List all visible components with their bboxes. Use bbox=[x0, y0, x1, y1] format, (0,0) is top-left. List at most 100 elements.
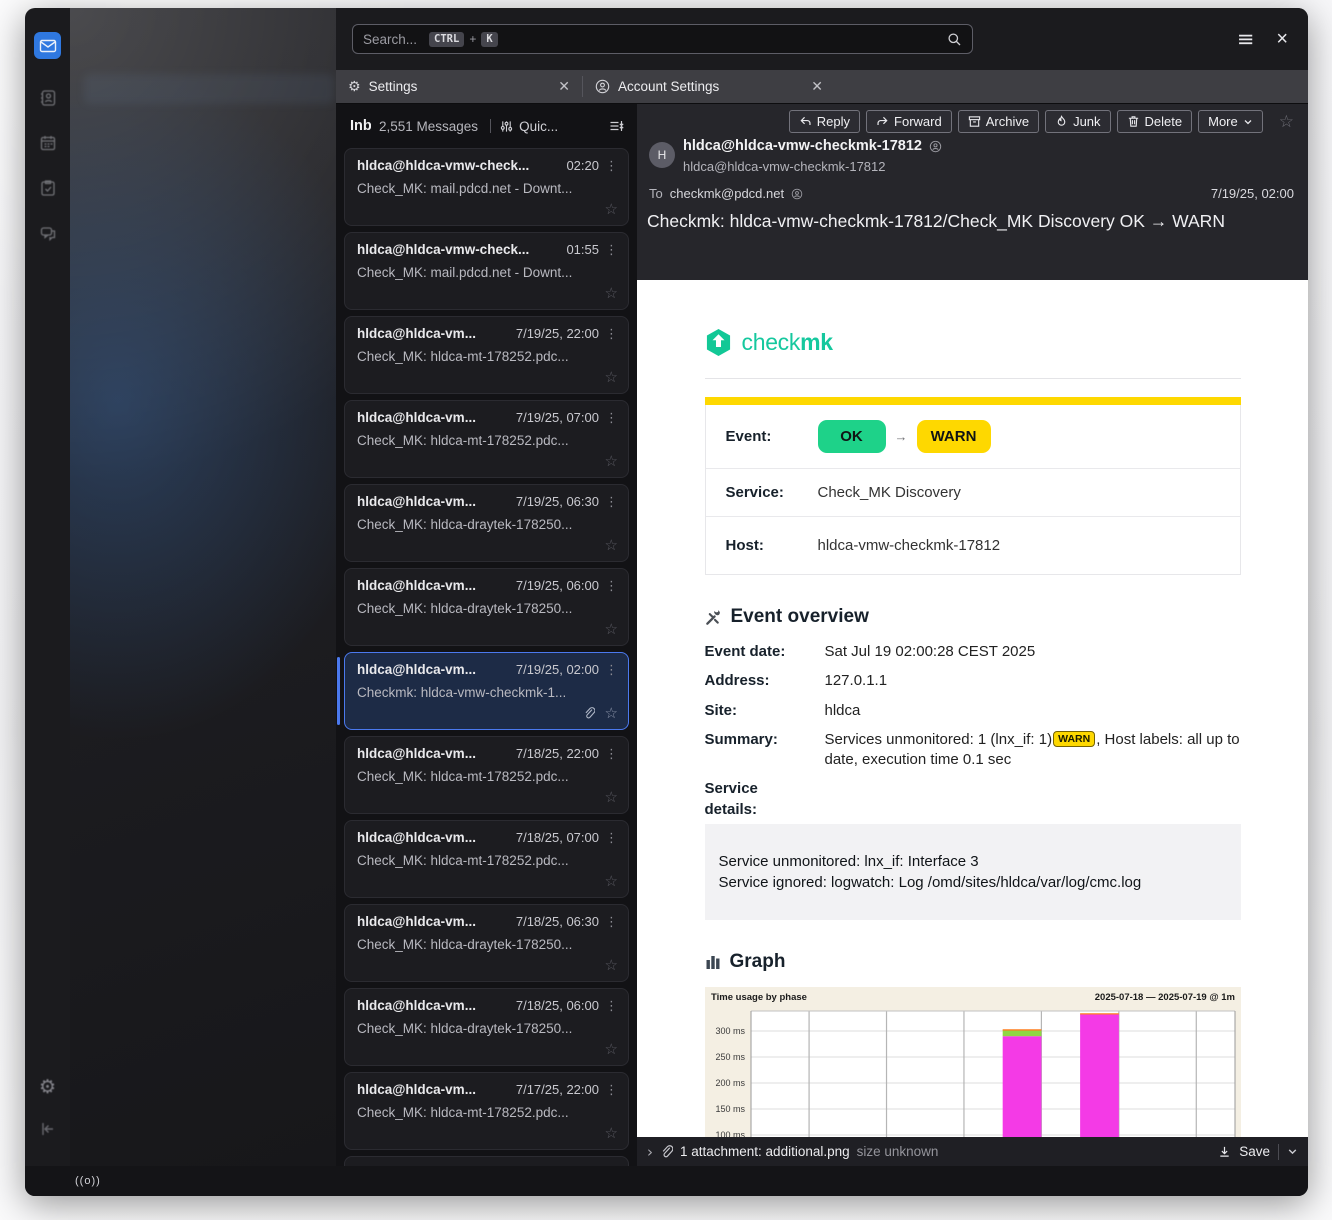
message-list-item[interactable]: hldca@hldca-vm... 7/19/25, 02:00 ⋮ Check… bbox=[344, 652, 629, 730]
forward-icon bbox=[876, 115, 889, 128]
site-row: Site: hldca bbox=[705, 701, 1241, 721]
desktop-background: ⚙ Search... CTRL + K ≡ × bbox=[0, 0, 1332, 1220]
calendar-space-icon[interactable] bbox=[34, 129, 61, 156]
star-icon[interactable]: ☆ bbox=[605, 790, 618, 805]
archive-button[interactable]: Archive bbox=[958, 110, 1039, 133]
message-menu-icon[interactable]: ⋮ bbox=[605, 243, 618, 258]
star-icon[interactable]: ☆ bbox=[605, 958, 618, 973]
window-close-icon[interactable]: × bbox=[1276, 29, 1288, 49]
svg-text:100 ms: 100 ms bbox=[715, 1130, 745, 1137]
message-pane: Reply Forward Archive Junk bbox=[637, 104, 1308, 1166]
message-list-item[interactable]: hldca@hldca-vm... 7/19/25, 06:30 ⋮ Check… bbox=[344, 484, 629, 562]
message-list-item[interactable]: hldca@hldca-vm... 7/18/25, 22:00 ⋮ Check… bbox=[344, 736, 629, 814]
junk-label: Junk bbox=[1073, 114, 1100, 129]
message-menu-icon[interactable]: ⋮ bbox=[605, 159, 618, 174]
addressbook-space-icon[interactable] bbox=[34, 84, 61, 111]
message-subject: Check_MK: hldca-mt-178252.pdc... bbox=[357, 433, 618, 448]
global-search-input[interactable]: Search... CTRL + K bbox=[352, 24, 973, 54]
collapse-spaces-icon[interactable] bbox=[34, 1115, 61, 1142]
message-menu-icon[interactable]: ⋮ bbox=[605, 327, 618, 342]
event-date-value: Sat Jul 19 02:00:28 CEST 2025 bbox=[825, 642, 1241, 662]
save-menu-chevron-icon[interactable] bbox=[1287, 1146, 1298, 1157]
tab-bar: ⚙ Settings ✕ Account Settings ✕ bbox=[336, 70, 1308, 104]
event-summary-card: Event: OK → WARN Service: Check_MK Disco… bbox=[705, 405, 1241, 575]
message-list-item[interactable]: hldca@hldca-vm... 7/19/25, 06:00 ⋮ Check… bbox=[344, 568, 629, 646]
event-overview-heading: Event overview bbox=[705, 606, 1241, 628]
message-list-item[interactable]: hldca@hldca-vmw-check... 02:20 ⋮ Check_M… bbox=[344, 148, 629, 226]
site-label: Site: bbox=[705, 701, 825, 721]
star-icon[interactable]: ☆ bbox=[605, 1126, 618, 1141]
message-menu-icon[interactable]: ⋮ bbox=[605, 831, 618, 846]
tasks-space-icon[interactable] bbox=[34, 174, 61, 201]
star-icon[interactable]: ☆ bbox=[605, 706, 618, 721]
service-details-label: Service details: bbox=[705, 779, 801, 820]
star-icon[interactable]: ☆ bbox=[605, 202, 618, 217]
message-menu-icon[interactable]: ⋮ bbox=[605, 1083, 618, 1098]
star-icon[interactable]: ☆ bbox=[605, 622, 618, 637]
message-list-item[interactable]: hldca@hldca-vm... 7/18/25, 07:00 ⋮ Check… bbox=[344, 820, 629, 898]
message-list-item[interactable]: hldca@hldca-vm... 7/18/25, 06:30 ⋮ Check… bbox=[344, 904, 629, 982]
mail-space-icon[interactable] bbox=[34, 32, 61, 59]
service-row: Service: Check_MK Discovery bbox=[706, 469, 1240, 517]
message-list-item[interactable]: hldca@hldca-vm... 7/19/25, 22:00 ⋮ Check… bbox=[344, 316, 629, 394]
app-menu-icon[interactable]: ≡ bbox=[1237, 29, 1255, 50]
star-icon[interactable]: ☆ bbox=[605, 538, 618, 553]
message-list-item[interactable]: hldca@hldca-vm... 7/17/25, 07:00 ⋮ Check… bbox=[344, 1156, 629, 1166]
junk-button[interactable]: Junk bbox=[1045, 110, 1110, 133]
event-overview-title: Event overview bbox=[731, 606, 869, 628]
host-label: Host: bbox=[726, 537, 818, 554]
contact-icon[interactable] bbox=[791, 188, 803, 200]
message-menu-icon[interactable]: ⋮ bbox=[605, 999, 618, 1014]
tab-settings[interactable]: ⚙ Settings ✕ bbox=[336, 70, 582, 103]
star-icon[interactable]: ☆ bbox=[605, 874, 618, 889]
svg-text:2025-07-18 — 2025-07-19 @ 1m: 2025-07-18 — 2025-07-19 @ 1m bbox=[1094, 992, 1234, 1003]
star-message-icon[interactable]: ☆ bbox=[1279, 112, 1294, 132]
sender-name-row: hldca@hldca-vmw-checkmk-17812 bbox=[683, 138, 942, 154]
message-list: hldca@hldca-vmw-check... 02:20 ⋮ Check_M… bbox=[336, 148, 637, 1166]
message-time: 01:55 bbox=[566, 242, 599, 257]
chat-space-icon[interactable] bbox=[34, 219, 61, 246]
message-menu-icon[interactable]: ⋮ bbox=[605, 663, 618, 678]
message-list-header: Inbox 2,551 Messages Quic... bbox=[336, 104, 637, 148]
event-row: Event: OK → WARN bbox=[706, 405, 1240, 469]
star-icon[interactable]: ☆ bbox=[605, 370, 618, 385]
message-menu-icon[interactable]: ⋮ bbox=[605, 495, 618, 510]
settings-gear-icon[interactable]: ⚙ bbox=[34, 1073, 61, 1100]
message-list-item[interactable]: hldca@hldca-vm... 7/17/25, 22:00 ⋮ Check… bbox=[344, 1072, 629, 1150]
message-subject: Check_MK: hldca-draytek-178250... bbox=[357, 601, 618, 616]
message-time: 7/19/25, 06:30 bbox=[516, 494, 599, 509]
to-label: To bbox=[649, 186, 663, 201]
message-list-item[interactable]: hldca@hldca-vm... 7/18/25, 06:00 ⋮ Check… bbox=[344, 988, 629, 1066]
sender-email: hldca@hldca-vmw-checkmk-17812 bbox=[683, 159, 886, 174]
delete-button[interactable]: Delete bbox=[1117, 110, 1193, 133]
service-detail-line: Service ignored: logwatch: Log /omd/site… bbox=[719, 872, 1227, 893]
display-options-icon[interactable] bbox=[609, 119, 625, 133]
more-button[interactable]: More bbox=[1198, 110, 1263, 133]
tab-close-icon[interactable]: ✕ bbox=[811, 78, 823, 95]
contact-icon[interactable] bbox=[929, 140, 942, 153]
to-address[interactable]: checkmk@pdcd.net bbox=[670, 186, 784, 201]
account-icon bbox=[595, 79, 610, 94]
quick-filter-button[interactable]: Quic... bbox=[500, 119, 558, 134]
star-icon[interactable]: ☆ bbox=[605, 286, 618, 301]
message-subject: Check_MK: hldca-mt-178252.pdc... bbox=[357, 349, 618, 364]
delete-label: Delete bbox=[1145, 114, 1183, 129]
attachment-expand-icon[interactable]: › bbox=[647, 1143, 653, 1161]
reply-button[interactable]: Reply bbox=[789, 110, 860, 133]
forward-button[interactable]: Forward bbox=[866, 110, 952, 133]
attachment-name[interactable]: 1 attachment: additional.png bbox=[680, 1144, 850, 1159]
star-icon[interactable]: ☆ bbox=[605, 454, 618, 469]
message-menu-icon[interactable]: ⋮ bbox=[605, 579, 618, 594]
attachment-icon bbox=[583, 707, 595, 720]
save-attachments-button[interactable]: Save bbox=[1239, 1144, 1270, 1159]
message-subject: Check_MK: hldca-draytek-178250... bbox=[357, 517, 618, 532]
star-icon[interactable]: ☆ bbox=[605, 1042, 618, 1057]
tab-close-icon[interactable]: ✕ bbox=[558, 78, 570, 95]
message-list-item[interactable]: hldca@hldca-vmw-check... 01:55 ⋮ Check_M… bbox=[344, 232, 629, 310]
message-menu-icon[interactable]: ⋮ bbox=[605, 411, 618, 426]
message-menu-icon[interactable]: ⋮ bbox=[605, 915, 618, 930]
message-menu-icon[interactable]: ⋮ bbox=[605, 747, 618, 762]
message-list-item[interactable]: hldca@hldca-vm... 7/19/25, 07:00 ⋮ Check… bbox=[344, 400, 629, 478]
state-ok-pill: OK bbox=[818, 420, 886, 453]
tab-account-settings[interactable]: Account Settings ✕ bbox=[583, 70, 835, 103]
